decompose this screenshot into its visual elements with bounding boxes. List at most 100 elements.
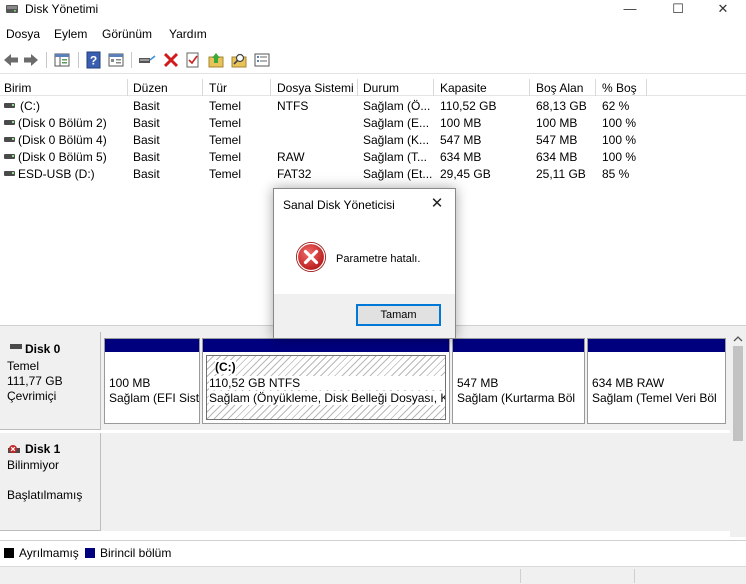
column-divider[interactable] xyxy=(270,79,271,96)
partition-title: (C:) xyxy=(215,360,236,374)
column-header-kapasite[interactable]: Kapasite xyxy=(440,81,487,95)
dialog-close-button[interactable]: ✕ xyxy=(425,194,449,214)
properties-icon[interactable] xyxy=(107,51,125,69)
table-row[interactable]: (C:) Basit Temel NTFS Sağlam (Ö... 110,5… xyxy=(0,97,746,114)
column-divider[interactable] xyxy=(595,79,596,96)
scrollbar-thumb[interactable] xyxy=(733,346,743,441)
title-bar: Disk Yönetimi — ☐ ✕ xyxy=(0,0,746,20)
disk-state: Başlatılmamış xyxy=(7,488,83,502)
cell-yuzde-bos: 100 % xyxy=(602,116,637,130)
cell-bos-alan: 634 MB xyxy=(536,150,578,164)
cell-durum: Sağlam (Et... xyxy=(363,167,433,181)
menu-eylem[interactable]: Eylem xyxy=(54,27,87,41)
column-divider[interactable] xyxy=(127,79,128,96)
cell-yuzde-bos: 100 % xyxy=(602,150,637,164)
cell-kapasite: 110,52 GB xyxy=(440,99,497,113)
list-icon[interactable] xyxy=(253,51,271,69)
column-header-birim[interactable]: Birim xyxy=(4,81,31,95)
partition-raw[interactable]: 634 MB RAW Sağlam (Temel Veri Böl xyxy=(587,338,726,424)
cell-durum: Sağlam (K... xyxy=(363,133,430,147)
drive-icon xyxy=(4,154,15,159)
connect-icon[interactable] xyxy=(138,51,156,69)
partition-c[interactable]: (C:) 110,52 GB NTFS Sağlam (Önyükleme, D… xyxy=(202,338,450,424)
disk-1-area xyxy=(101,433,730,531)
minimize-button[interactable]: — xyxy=(607,0,653,20)
cell-kapasite: 100 MB xyxy=(440,116,482,130)
cell-tur: Temel xyxy=(209,99,242,113)
menu-dosya[interactable]: Dosya xyxy=(6,27,40,41)
table-row[interactable]: ESD-USB (D:) Basit Temel FAT32 Sağlam (E… xyxy=(0,165,746,182)
disk-state: Çevrimiçi xyxy=(7,389,57,403)
cell-yuzde-bos: 85 % xyxy=(602,167,630,181)
search-icon[interactable] xyxy=(230,51,248,69)
drive-icon xyxy=(4,103,15,108)
disk-icon xyxy=(10,344,22,349)
legend-swatch-primary xyxy=(85,548,95,558)
disk-0-label[interactable]: Disk 0 Temel 111,77 GB Çevrimiçi xyxy=(0,332,101,430)
menu-gorunum[interactable]: Görünüm xyxy=(102,27,152,41)
help-icon[interactable]: ? xyxy=(85,51,103,69)
column-header-durum[interactable]: Durum xyxy=(363,81,399,95)
legend-swatch-unallocated xyxy=(4,548,14,558)
partition-status: Sağlam (Önyükleme, Disk Belleği Dosyası,… xyxy=(209,391,445,405)
cell-birim: (Disk 0 Bölüm 4) xyxy=(18,133,107,147)
cell-dosya-sistemi: FAT32 xyxy=(277,167,312,181)
cell-bos-alan: 100 MB xyxy=(536,116,578,130)
dialog-title: Sanal Disk Yöneticisi xyxy=(283,198,395,212)
column-divider[interactable] xyxy=(529,79,530,96)
partition-recovery[interactable]: 547 MB Sağlam (Kurtarma Böl xyxy=(452,338,585,424)
ok-button[interactable]: Tamam xyxy=(356,304,441,326)
window-title: Disk Yönetimi xyxy=(25,2,99,16)
maximize-button[interactable]: ☐ xyxy=(655,0,701,20)
check-icon[interactable] xyxy=(184,51,202,69)
cell-duzen: Basit xyxy=(133,99,160,113)
vertical-scrollbar[interactable] xyxy=(730,332,746,537)
column-header-dosya-sistemi[interactable]: Dosya Sistemi xyxy=(277,81,354,95)
console-tree-icon[interactable] xyxy=(53,51,71,69)
up-icon[interactable] xyxy=(207,51,225,69)
column-header-yuzde-bos[interactable]: % Boş xyxy=(602,81,637,95)
cell-birim: (Disk 0 Bölüm 5) xyxy=(18,150,107,164)
disk-size: 111,77 GB xyxy=(7,374,63,388)
cell-bos-alan: 25,11 GB xyxy=(536,167,586,181)
dialog-footer: Tamam xyxy=(274,294,455,338)
column-divider[interactable] xyxy=(646,79,647,96)
cell-yuzde-bos: 62 % xyxy=(602,99,630,113)
cell-dosya-sistemi: NTFS xyxy=(277,99,309,113)
svg-text:?: ? xyxy=(90,54,97,68)
partition-efi[interactable]: 100 MB Sağlam (EFI Sist xyxy=(104,338,200,424)
disk-type: Temel xyxy=(7,359,40,373)
cell-tur: Temel xyxy=(209,167,242,181)
forward-icon[interactable] xyxy=(22,51,40,69)
primary-partition-bar xyxy=(588,339,725,352)
cell-tur: Temel xyxy=(209,133,242,147)
cell-birim: (C:) xyxy=(20,99,40,113)
table-row[interactable]: (Disk 0 Bölüm 4) Basit Temel Sağlam (K..… xyxy=(0,131,746,148)
scroll-up-icon[interactable] xyxy=(733,335,743,343)
column-header-tur[interactable]: Tür xyxy=(209,81,227,95)
cell-duzen: Basit xyxy=(133,116,160,130)
partition-size: 547 MB xyxy=(457,376,499,390)
disk-graphical-view: Disk 0 Temel 111,77 GB Çevrimiçi 100 MB … xyxy=(0,332,746,537)
column-divider[interactable] xyxy=(433,79,434,96)
disk-1-label[interactable]: Disk 1 Bilinmiyor Başlatılmamış xyxy=(0,433,101,531)
menu-yardim[interactable]: Yardım xyxy=(169,27,207,41)
toolbar: ? xyxy=(0,46,746,74)
partition-size: 100 MB xyxy=(109,376,151,390)
delete-icon[interactable] xyxy=(162,51,180,69)
column-divider[interactable] xyxy=(202,79,203,96)
partition-size: 634 MB RAW xyxy=(592,376,665,390)
cell-yuzde-bos: 100 % xyxy=(602,133,637,147)
back-icon[interactable] xyxy=(2,51,20,69)
column-header-bos-alan[interactable]: Boş Alan xyxy=(536,81,583,95)
column-header-duzen[interactable]: Düzen xyxy=(133,81,168,95)
error-dialog: Sanal Disk Yöneticisi ✕ Parametre hatalı… xyxy=(273,188,456,339)
table-row[interactable]: (Disk 0 Bölüm 5) Basit Temel RAW Sağlam … xyxy=(0,148,746,165)
table-row[interactable]: (Disk 0 Bölüm 2) Basit Temel Sağlam (E..… xyxy=(0,114,746,131)
cell-kapasite: 547 MB xyxy=(440,133,482,147)
disk-name: Disk 0 xyxy=(25,342,61,356)
close-button[interactable]: ✕ xyxy=(700,0,746,20)
disk-0-partitions: 100 MB Sağlam (EFI Sist (C:) 110,52 GB N… xyxy=(101,332,730,430)
toolbar-separator xyxy=(131,52,132,68)
column-divider[interactable] xyxy=(357,79,358,96)
